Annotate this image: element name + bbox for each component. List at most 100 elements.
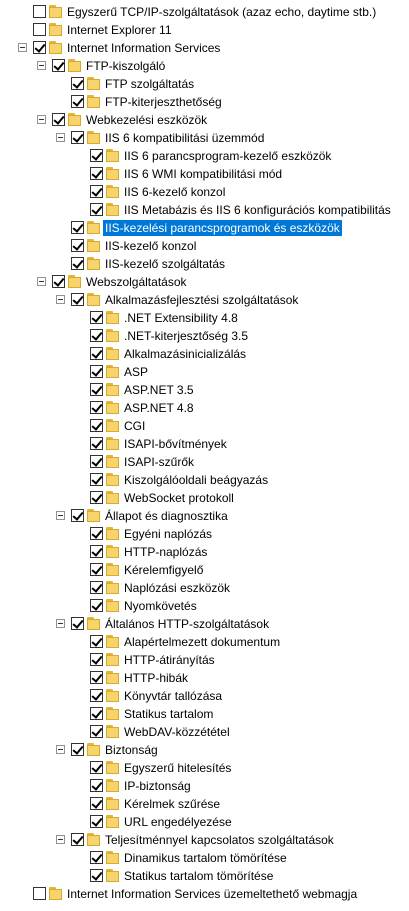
feature-label[interactable]: .NET-kiterjesztőség 3.5	[122, 328, 250, 344]
feature-label[interactable]: IIS 6 WMI kompatibilitási mód	[122, 166, 284, 182]
tree-row[interactable]: Naplózási eszközök	[0, 579, 409, 597]
feature-checkbox[interactable]	[71, 257, 84, 270]
tree-row[interactable]: Webszolgáltatások	[0, 273, 409, 291]
feature-checkbox[interactable]	[90, 527, 103, 540]
feature-checkbox[interactable]	[52, 59, 65, 72]
tree-row[interactable]: HTTP-naplózás	[0, 543, 409, 561]
feature-checkbox[interactable]	[71, 95, 84, 108]
feature-label[interactable]: Statikus tartalom	[122, 706, 215, 722]
feature-label[interactable]: IIS Metabázis és IIS 6 konfigurációs kom…	[122, 202, 393, 218]
feature-checkbox[interactable]	[90, 797, 103, 810]
feature-label[interactable]: IIS 6-kezelő konzol	[122, 184, 227, 200]
collapse-toggle-icon[interactable]	[56, 745, 65, 754]
feature-checkbox[interactable]	[71, 743, 84, 756]
tree-row[interactable]: Kérelemfigyelő	[0, 561, 409, 579]
tree-row[interactable]: Biztonság	[0, 741, 409, 759]
feature-label[interactable]: Dinamikus tartalom tömörítése	[122, 850, 289, 866]
feature-label[interactable]: IIS-kezelő konzol	[103, 238, 198, 254]
feature-label[interactable]: Alkalmazásinicializálás	[122, 346, 248, 362]
feature-checkbox[interactable]	[90, 347, 103, 360]
feature-label[interactable]: ASP	[122, 364, 150, 380]
feature-checkbox[interactable]	[90, 545, 103, 558]
feature-checkbox[interactable]	[33, 23, 46, 36]
tree-row[interactable]: ASP.NET 4.8	[0, 399, 409, 417]
tree-row[interactable]: ISAPI-szűrők	[0, 453, 409, 471]
tree-row[interactable]: ASP.NET 3.5	[0, 381, 409, 399]
tree-row[interactable]: IIS 6 parancsprogram-kezelő eszközök	[0, 147, 409, 165]
feature-label[interactable]: Internet Information Services üzemelteth…	[65, 886, 359, 902]
tree-row[interactable]: Alkalmazásfejlesztési szolgáltatások	[0, 291, 409, 309]
feature-label[interactable]: FTP szolgáltatás	[103, 76, 196, 92]
tree-row[interactable]: Nyomkövetés	[0, 597, 409, 615]
feature-checkbox[interactable]	[90, 563, 103, 576]
feature-checkbox[interactable]	[71, 221, 84, 234]
feature-label[interactable]: WebSocket protokoll	[122, 490, 236, 506]
feature-checkbox[interactable]	[90, 815, 103, 828]
feature-checkbox[interactable]	[71, 617, 84, 630]
feature-checkbox[interactable]	[52, 275, 65, 288]
feature-label[interactable]: Alapértelmezett dokumentum	[122, 634, 282, 650]
feature-label[interactable]: Könyvtár tallózása	[122, 688, 224, 704]
collapse-toggle-icon[interactable]	[56, 619, 65, 628]
feature-checkbox[interactable]	[90, 149, 103, 162]
collapse-toggle-icon[interactable]	[56, 835, 65, 844]
tree-row[interactable]: ISAPI-bővítmények	[0, 435, 409, 453]
tree-row[interactable]: Általános HTTP-szolgáltatások	[0, 615, 409, 633]
feature-label[interactable]: FTP-kiszolgáló	[84, 58, 167, 74]
feature-label[interactable]: Alkalmazásfejlesztési szolgáltatások	[103, 292, 300, 308]
tree-row[interactable]: Teljesítménnyel kapcsolatos szolgáltatás…	[0, 831, 409, 849]
tree-row[interactable]: .NET-kiterjesztőség 3.5	[0, 327, 409, 345]
feature-checkbox[interactable]	[71, 509, 84, 522]
feature-checkbox[interactable]	[71, 239, 84, 252]
feature-label[interactable]: Kiszolgálóoldali beágyazás	[122, 472, 270, 488]
feature-label[interactable]: FTP-kiterjeszthetőség	[103, 94, 224, 110]
feature-checkbox[interactable]	[90, 383, 103, 396]
collapse-toggle-icon[interactable]	[56, 133, 65, 142]
tree-row[interactable]: WebDAV-közzététel	[0, 723, 409, 741]
tree-row[interactable]: Dinamikus tartalom tömörítése	[0, 849, 409, 867]
feature-label[interactable]: ISAPI-szűrők	[122, 454, 196, 470]
feature-label[interactable]: URL engedélyezése	[122, 814, 234, 830]
tree-row[interactable]: ASP	[0, 363, 409, 381]
feature-label[interactable]: IIS 6 kompatibilitási üzemmód	[103, 130, 266, 146]
feature-label[interactable]: HTTP-hibák	[122, 670, 190, 686]
tree-row[interactable]: Statikus tartalom tömörítése	[0, 867, 409, 885]
collapse-toggle-icon[interactable]	[18, 43, 27, 52]
tree-row[interactable]: Statikus tartalom	[0, 705, 409, 723]
feature-checkbox[interactable]	[90, 329, 103, 342]
collapse-toggle-icon[interactable]	[37, 115, 46, 124]
feature-label[interactable]: Webszolgáltatások	[84, 274, 189, 290]
feature-checkbox[interactable]	[90, 437, 103, 450]
tree-row[interactable]: IIS 6 kompatibilitási üzemmód	[0, 129, 409, 147]
feature-label[interactable]: Egyszerű hitelesítés	[122, 760, 233, 776]
feature-label[interactable]: ISAPI-bővítmények	[122, 436, 229, 452]
tree-row[interactable]: Webkezelési eszközök	[0, 111, 409, 129]
tree-row[interactable]: HTTP-hibák	[0, 669, 409, 687]
feature-checkbox[interactable]	[71, 131, 84, 144]
feature-checkbox[interactable]	[90, 779, 103, 792]
feature-label[interactable]: Kérelemfigyelő	[122, 562, 205, 578]
feature-label[interactable]: IIS-kezelési parancsprogramok és eszközö…	[102, 219, 343, 237]
feature-checkbox[interactable]	[90, 869, 103, 882]
feature-label[interactable]: Nyomkövetés	[122, 598, 199, 614]
feature-label[interactable]: Internet Information Services	[65, 40, 222, 56]
feature-checkbox[interactable]	[71, 77, 84, 90]
feature-checkbox[interactable]	[90, 311, 103, 324]
tree-row[interactable]: IIS 6 WMI kompatibilitási mód	[0, 165, 409, 183]
tree-row[interactable]: IIS-kezelési parancsprogramok és eszközö…	[0, 219, 409, 237]
feature-label[interactable]: Statikus tartalom tömörítése	[122, 868, 275, 884]
collapse-toggle-icon[interactable]	[56, 511, 65, 520]
feature-label[interactable]: Biztonság	[103, 742, 160, 758]
feature-checkbox[interactable]	[90, 689, 103, 702]
feature-checkbox[interactable]	[90, 185, 103, 198]
tree-row[interactable]: IIS-kezelő konzol	[0, 237, 409, 255]
feature-checkbox[interactable]	[90, 635, 103, 648]
feature-checkbox[interactable]	[90, 671, 103, 684]
tree-row[interactable]: Internet Information Services üzemelteth…	[0, 885, 409, 903]
feature-checkbox[interactable]	[90, 761, 103, 774]
feature-label[interactable]: Állapot és diagnosztika	[103, 508, 230, 524]
tree-row[interactable]: FTP-kiszolgáló	[0, 57, 409, 75]
tree-row[interactable]: IP-biztonság	[0, 777, 409, 795]
feature-label[interactable]: Internet Explorer 11	[65, 22, 174, 38]
feature-checkbox[interactable]	[33, 5, 46, 18]
